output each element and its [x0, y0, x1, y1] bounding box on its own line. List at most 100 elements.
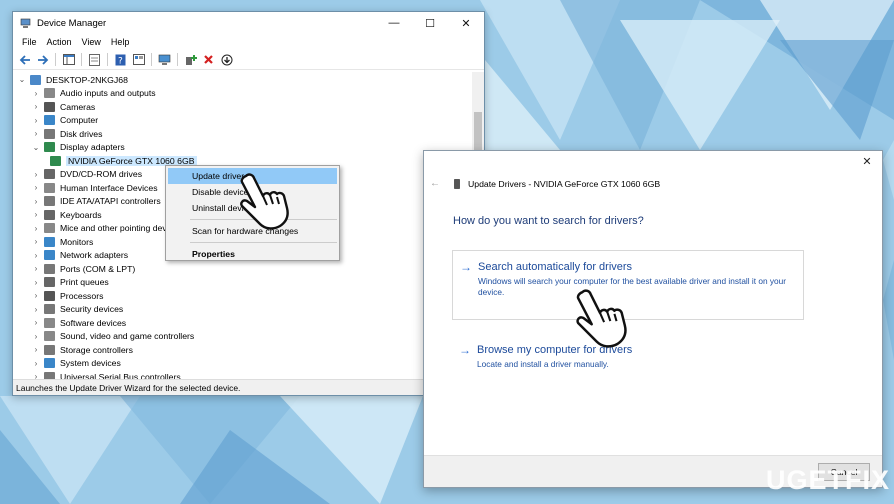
tree-category-label: Cameras [60, 101, 96, 112]
chevron-right-icon[interactable]: › [31, 251, 41, 260]
chevron-right-icon[interactable]: › [31, 224, 41, 233]
close-button[interactable]: ✕ [860, 155, 874, 169]
tree-category-label: IDE ATA/ATAPI controllers [60, 196, 161, 207]
forward-arrow-icon[interactable] [35, 52, 50, 67]
show-hide-tree-icon[interactable] [61, 52, 76, 67]
back-arrow-icon[interactable] [17, 52, 32, 67]
option-description: Windows will search your computer for th… [478, 276, 787, 297]
chevron-right-icon[interactable]: › [31, 372, 41, 379]
chevron-right-icon[interactable]: › [31, 359, 41, 368]
chevron-right-icon[interactable]: › [31, 197, 41, 206]
toolbar: ? [13, 50, 484, 70]
watermark-logo: UGETFIX [765, 465, 890, 495]
menu-help[interactable]: Help [106, 37, 135, 47]
properties-icon[interactable] [87, 52, 102, 67]
tree-category[interactable]: › Audio inputs and outputs [13, 87, 473, 101]
tree-category[interactable]: › Computer [13, 114, 473, 128]
uninstall-icon[interactable] [201, 52, 216, 67]
device-category-icon [44, 277, 55, 288]
tree-category-label: System devices [60, 358, 121, 369]
svg-text:?: ? [118, 56, 123, 66]
tree-root[interactable]: ⌄ DESKTOP-2NKGJ68 [13, 73, 473, 87]
chevron-right-icon[interactable]: › [31, 170, 41, 179]
tree-category-label: Display adapters [60, 142, 125, 153]
chevron-right-icon[interactable]: › [31, 305, 41, 314]
device-category-icon [44, 115, 55, 126]
tree-category-label: Monitors [60, 236, 94, 247]
device-category-icon [44, 128, 55, 139]
tree-category-label: Keyboards [60, 209, 102, 220]
computer-icon [30, 74, 41, 85]
device-category-icon [44, 236, 55, 247]
tree-category[interactable]: › Universal Serial Bus controllers [13, 370, 473, 379]
option-description: Locate and install a driver manually. [477, 359, 609, 369]
device-category-icon [44, 142, 55, 153]
chevron-right-icon[interactable]: › [31, 102, 41, 111]
tree-category[interactable]: › Ports (COM & LPT) [13, 262, 473, 276]
tree-category-label: Audio inputs and outputs [60, 88, 156, 99]
properties-menu-item[interactable]: Properties [168, 246, 337, 262]
tree-category-label: Print queues [60, 277, 109, 288]
chevron-right-icon[interactable]: › [31, 264, 41, 273]
tree-category[interactable]: › Software devices [13, 316, 473, 330]
hand-pointer-icon [240, 173, 289, 230]
chevron-right-icon[interactable]: › [31, 210, 41, 219]
title-bar[interactable]: Device Manager — ☐ ✕ [13, 12, 484, 34]
help-icon[interactable]: ? [113, 52, 128, 67]
chevron-right-icon[interactable]: › [31, 291, 41, 300]
chevron-right-icon[interactable]: › [31, 278, 41, 287]
minimize-button[interactable]: — [376, 12, 412, 34]
arrow-right-icon: → [459, 343, 471, 357]
chevron-right-icon[interactable]: › [31, 183, 41, 192]
tree-category[interactable]: › Processors [13, 289, 473, 303]
device-category-icon [44, 196, 55, 207]
device-category-icon [44, 358, 55, 369]
device-category-icon [44, 250, 55, 261]
tree-category-label: Ports (COM & LPT) [60, 263, 136, 274]
chevron-right-icon[interactable]: › [31, 89, 41, 98]
chevron-right-icon[interactable]: › [31, 318, 41, 327]
tree-category-label: DVD/CD-ROM drives [60, 169, 143, 180]
back-arrow-icon[interactable]: ← [430, 178, 444, 189]
tree-category-label: Sound, video and game controllers [60, 331, 195, 342]
tree-category[interactable]: › System devices [13, 357, 473, 371]
device-category-icon [44, 344, 55, 355]
close-button[interactable]: ✕ [448, 12, 484, 34]
device-category-icon [44, 290, 55, 301]
device-category-icon [44, 331, 55, 342]
chevron-right-icon[interactable]: › [31, 332, 41, 341]
scan-hardware-icon[interactable] [157, 52, 172, 67]
tree-category[interactable]: › Cameras [13, 100, 473, 114]
tree-category[interactable]: › Disk drives [13, 127, 473, 141]
option-title: Search automatically for drivers [478, 261, 633, 273]
maximize-button[interactable]: ☐ [412, 12, 448, 34]
chevron-down-icon[interactable]: ⌄ [17, 75, 27, 84]
tree-category[interactable]: › Security devices [13, 303, 473, 317]
view-icon[interactable] [131, 52, 146, 67]
menu-action[interactable]: Action [42, 37, 77, 47]
download-icon[interactable] [219, 52, 234, 67]
device-category-icon [44, 371, 55, 379]
chevron-down-icon[interactable]: ⌄ [31, 143, 41, 152]
menu-view[interactable]: View [77, 37, 106, 47]
tree-category[interactable]: ⌄ Display adapters [13, 141, 473, 155]
tree-category[interactable]: › Print queues [13, 276, 473, 290]
chevron-right-icon[interactable]: › [31, 345, 41, 354]
tree-category[interactable]: › Storage controllers [13, 343, 473, 357]
device-category-icon [44, 169, 55, 180]
chevron-right-icon[interactable]: › [31, 129, 41, 138]
chevron-right-icon[interactable]: › [31, 116, 41, 125]
tree-category[interactable]: › Sound, video and game controllers [13, 330, 473, 344]
chevron-right-icon[interactable]: › [31, 237, 41, 246]
menu-bar: File Action View Help [13, 34, 484, 50]
menu-file[interactable]: File [17, 37, 42, 47]
tree-category-label: Human Interface Devices [60, 182, 158, 193]
dialog-header: ← Update Drivers - NVIDIA GeForce GTX 10… [430, 178, 660, 189]
arrow-right-icon: → [460, 260, 472, 274]
device-category-icon [44, 304, 55, 315]
tree-category-label: Network adapters [60, 250, 129, 261]
update-drivers-dialog: ✕ ← Update Drivers - NVIDIA GeForce GTX … [423, 150, 883, 488]
dialog-title: Update Drivers - NVIDIA GeForce GTX 1060… [468, 178, 661, 189]
add-driver-icon[interactable] [183, 52, 198, 67]
tree-category-label: Mice and other pointing devices [60, 223, 183, 234]
